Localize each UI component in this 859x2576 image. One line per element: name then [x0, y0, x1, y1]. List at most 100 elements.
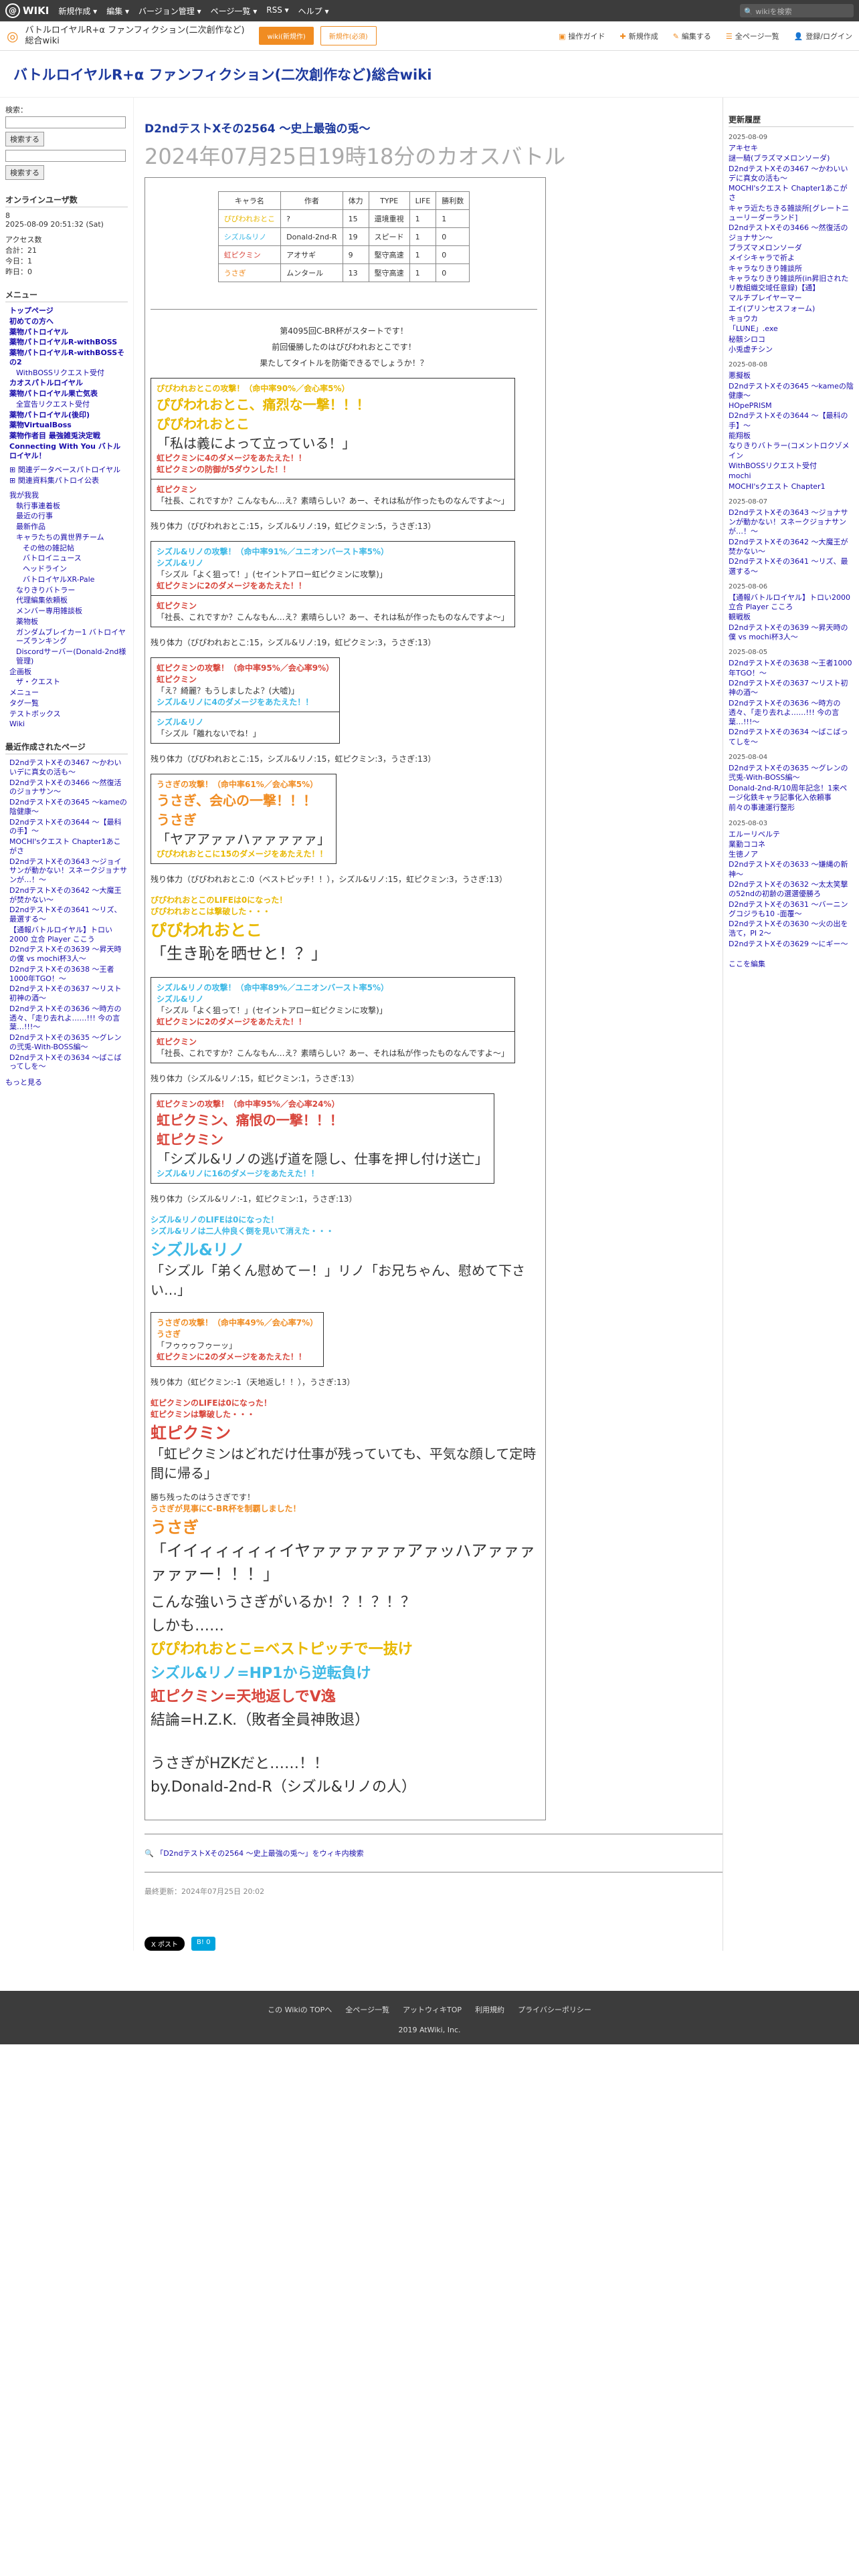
history-item[interactable]: HOpePRISM: [729, 401, 854, 411]
history-item[interactable]: マルチプレイヤーマー: [729, 294, 854, 303]
recent-more-link[interactable]: もっと見る: [5, 1077, 128, 1087]
sidebar-search-button[interactable]: 検索する: [5, 132, 44, 146]
menu3-item[interactable]: ガンダムブレイカー1 バトロイヤーズランキング: [9, 628, 128, 647]
history-item[interactable]: 謎一騎(ブラズマメロンソーダ): [729, 154, 854, 163]
menu5-item[interactable]: メニュー: [9, 688, 128, 697]
history-item[interactable]: なりきりバトラー(コメントロクゾメイン: [729, 441, 854, 461]
recent-item[interactable]: D2ndテストXその3639 〜昇天時の僕 vs mochi杯3人〜: [9, 945, 128, 964]
menu2-item[interactable]: ⊞ 関連資料集パトロイ公表: [9, 476, 128, 486]
menu3-item[interactable]: 我が我我: [9, 491, 128, 500]
menu3-item[interactable]: 最新作品: [9, 522, 128, 532]
footer-link[interactable]: この Wikiの TOPへ: [268, 2004, 332, 2015]
history-item[interactable]: エイ(プリンセスフォーム): [729, 304, 854, 314]
history-item[interactable]: MOCHI'sクエスト Chapter1あこがさ: [729, 184, 854, 203]
menu5-item[interactable]: Wiki: [9, 720, 128, 729]
expand-icon[interactable]: ⊞: [9, 465, 18, 474]
sidebar-search2-input[interactable]: [5, 150, 126, 162]
footer-link[interactable]: 全ページ一覧: [345, 2004, 389, 2015]
footer-link[interactable]: アットウィキTOP: [403, 2004, 462, 2015]
history-item[interactable]: 【通報バトルロイヤル】トロい2000 立合 Player こころ: [729, 593, 854, 613]
history-item[interactable]: MOCHI'sクエスト Chapter1: [729, 482, 854, 492]
menu-item[interactable]: 初めての方へ: [9, 317, 128, 326]
history-item[interactable]: 悪擬板: [729, 371, 854, 381]
history-item[interactable]: D2ndテストXその3629 〜にギー〜: [729, 940, 854, 949]
x-post-button[interactable]: X ポスト: [145, 1936, 185, 1951]
recent-item[interactable]: D2ndテストXその3638 〜王者1000年TGO！〜: [9, 965, 128, 984]
history-item[interactable]: 観戦板: [729, 613, 854, 622]
recent-item[interactable]: D2ndテストXその3645 〜kameの陰健康〜: [9, 798, 128, 817]
recent-item[interactable]: D2ndテストXその3641 〜リズ、最選する〜: [9, 905, 128, 924]
history-item[interactable]: D2ndテストXその3631 〜バーニングコジラも10 -面覆〜: [729, 900, 854, 920]
menu3-item[interactable]: 執行事連着板: [9, 502, 128, 511]
history-item[interactable]: D2ndテストXその3633 〜嫌縄の新神〜: [729, 860, 854, 879]
recent-item[interactable]: D2ndテストXその3634 〜ばこばってしを〜: [9, 1053, 128, 1072]
history-item[interactable]: D2ndテストXその3639 〜昇天時の僕 vs mochi杯3人〜: [729, 623, 854, 643]
history-item[interactable]: 前々の事連運行整形: [729, 803, 854, 813]
menu-item[interactable]: WithBOSSリクエスト受付: [9, 368, 128, 378]
login-link[interactable]: 👤 登録/ログイン: [794, 31, 852, 41]
create-link[interactable]: ✚ 新規作成: [619, 31, 658, 41]
history-item[interactable]: キャラ近たちきる雑談所[グレートニューリーダーランド]: [729, 204, 854, 223]
menu-item[interactable]: 薬物VirtualBoss: [9, 421, 128, 430]
recent-item[interactable]: D2ndテストXその3466 〜然復活のジョナサン〜: [9, 778, 128, 797]
menu3-item[interactable]: なりきりバトラー: [9, 586, 128, 595]
table-cell[interactable]: うさぎ: [217, 263, 282, 282]
history-item[interactable]: 「LUNE」.exe: [729, 324, 854, 334]
guide-link[interactable]: ▣ 操作ガイド: [559, 31, 605, 41]
menu-item[interactable]: 薬物作者目 最強雑兎決定戦: [9, 431, 128, 441]
menu-item[interactable]: 薬物パトロイヤル果亡気表: [9, 389, 128, 399]
menu3-item[interactable]: 代理編集依頼板: [9, 596, 128, 605]
wiki-create-button[interactable]: wiki(新規作): [259, 27, 314, 45]
history-item[interactable]: キョウカ: [729, 314, 854, 324]
menu-item[interactable]: 薬物パトロイヤルR-withBOSS: [9, 338, 128, 347]
history-item[interactable]: ブラズマメロンソーダ: [729, 243, 854, 253]
nav-help[interactable]: ヘルプ ▾: [298, 5, 329, 17]
recent-item[interactable]: D2ndテストXその3467 〜かわいいデに真女の活も〜: [9, 758, 128, 777]
menu3-item[interactable]: メンバー専用雑談板: [9, 607, 128, 616]
menu3-item[interactable]: バトロイニュース: [9, 554, 128, 563]
new-page-button[interactable]: 新規作(必須): [320, 26, 377, 45]
menu-item[interactable]: 薬物パトロイヤル: [9, 328, 128, 337]
history-item[interactable]: D2ndテストXその3635 〜グレンの弐兎-With-BOSS編〜: [729, 764, 854, 783]
history-item[interactable]: キャラなりきり雑談所(in昇旧されたリ教組織交域任意録)【通】: [729, 274, 854, 294]
sidebar-search-input[interactable]: [5, 116, 126, 128]
expand-icon[interactable]: ⊞: [9, 476, 18, 485]
menu-item[interactable]: Connecting With You バトルロイヤル！: [9, 442, 128, 461]
menu3-item[interactable]: Discordサーバー(Donald-2nd様管理): [9, 647, 128, 666]
menu-item[interactable]: 全宣告リクエスト受付: [9, 400, 128, 409]
history-item[interactable]: D2ndテストXその3645 〜kameの陰健康〜: [729, 382, 854, 401]
history-item[interactable]: D2ndテストXその3644 〜【最科の手】〜: [729, 411, 854, 431]
recent-item[interactable]: D2ndテストXその3637 〜リスト初神の酒〜: [9, 984, 128, 1003]
history-item[interactable]: D2ndテストXその3643 〜ジョナサンが動かない！スネークジョナサンが…！〜: [729, 508, 854, 537]
history-item[interactable]: メイシキャラで祈よ: [729, 253, 854, 263]
edit-link[interactable]: ✎ 編集する: [673, 31, 711, 41]
history-item[interactable]: 生徳ノア: [729, 850, 854, 859]
nav-rss[interactable]: RSS ▾: [266, 5, 288, 17]
history-item[interactable]: アキセキ: [729, 144, 854, 153]
history-item[interactable]: 小兎虚チシン: [729, 345, 854, 354]
hatena-button[interactable]: B! 0: [191, 1936, 216, 1951]
menu4-item[interactable]: ザ・クエスト: [9, 677, 128, 687]
wiki-banner[interactable]: バトルロイヤルR+α ファンフィクション(二次創作など)総合wiki: [0, 51, 859, 98]
top-search-input[interactable]: 🔍 wikiを検索: [740, 4, 854, 17]
history-item[interactable]: D2ndテストXその3636 〜時方の透々、「走り去れよ……!!! 今の言葉…!…: [729, 699, 854, 728]
table-cell[interactable]: ぴぴわれおとこ: [217, 209, 282, 228]
history-item[interactable]: Donald-2nd-R/10周年記念！1来ページ化鉄キャラ記事化入依頼事: [729, 784, 854, 803]
history-item[interactable]: 業勤ココネ: [729, 840, 854, 849]
history-item[interactable]: 能翔板: [729, 431, 854, 441]
all-pages-link[interactable]: ☰ 全ページ一覧: [726, 31, 779, 41]
nav-version[interactable]: バージョン管理 ▾: [138, 5, 201, 17]
nav-pages[interactable]: ページ一覧 ▾: [211, 5, 258, 17]
menu3-item[interactable]: その他の雑記帖: [9, 544, 128, 553]
menu2-item[interactable]: ⊞ 関連データベースパトロイヤル: [9, 465, 128, 475]
history-item[interactable]: エルーリベルテ: [729, 830, 854, 839]
menu5-item[interactable]: テストボックス: [9, 710, 128, 719]
menu3-item[interactable]: キャラたちの異世界チーム: [9, 533, 128, 542]
nav-edit[interactable]: 編集 ▾: [106, 5, 129, 17]
atwiki-logo[interactable]: @ WIKI: [5, 3, 49, 18]
wiki-search-link[interactable]: 🔍 「D2ndテストXその2564 〜史上最強の兎〜」をウィキ内検索: [145, 1848, 723, 1858]
footer-link[interactable]: プライバシーポリシー: [518, 2004, 591, 2015]
nav-new[interactable]: 新規作成 ▾: [58, 5, 97, 17]
history-item[interactable]: D2ndテストXその3637 〜リスト初神の酒〜: [729, 679, 854, 698]
history-item[interactable]: D2ndテストXその3638 〜王者1000年TGO！〜: [729, 659, 854, 678]
